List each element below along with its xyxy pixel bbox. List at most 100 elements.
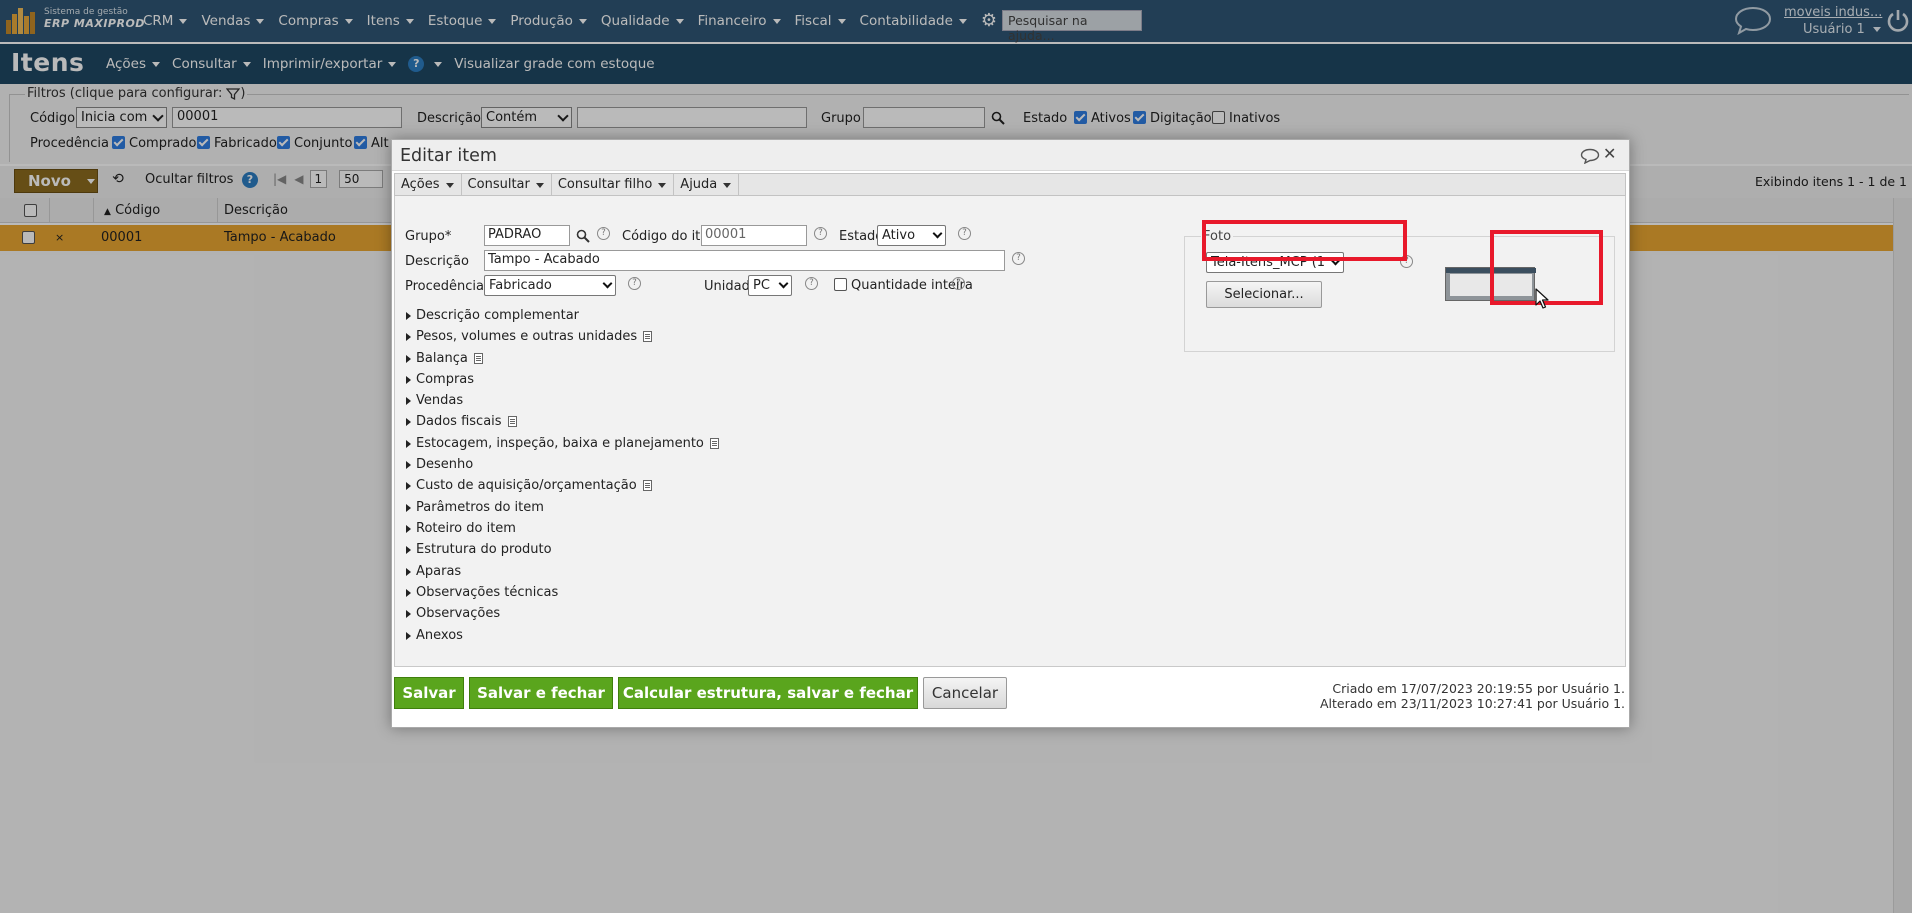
help-circle-icon[interactable]: ? — [1012, 252, 1025, 265]
procedencia-label: Procedência — [405, 279, 484, 294]
dialog-menu-consultar-filho[interactable]: Consultar filho — [552, 174, 675, 195]
triangle-right-icon — [406, 503, 411, 512]
section-vendas[interactable]: Vendas — [406, 393, 463, 408]
triangle-right-icon — [406, 375, 411, 384]
section-label: Custo de aquisição/orçamentação — [416, 478, 637, 493]
help-circle-icon[interactable]: ? — [952, 277, 965, 290]
section-desenho[interactable]: Desenho — [406, 457, 473, 472]
section-label: Estrutura do produto — [416, 542, 552, 557]
comment-icon[interactable] — [1580, 148, 1600, 164]
document-icon — [473, 353, 483, 364]
help-circle-icon[interactable]: ? — [814, 227, 827, 240]
caret-down-icon — [445, 183, 454, 188]
triangle-right-icon — [406, 545, 411, 554]
section-label: Dados fiscais — [416, 414, 502, 429]
triangle-right-icon — [406, 396, 411, 405]
section-label: Anexos — [416, 628, 463, 643]
section-estocagem[interactable]: Estocagem, inspeção, baixa e planejament… — [406, 436, 719, 451]
help-circle-icon[interactable]: ? — [597, 227, 610, 240]
caret-down-icon — [723, 183, 732, 188]
chevron-down-icon — [778, 278, 789, 289]
caret-down-icon — [535, 183, 544, 188]
checkbox-unchecked-icon — [834, 278, 847, 291]
menu-label: Consultar — [467, 177, 530, 192]
caret-down-icon — [658, 183, 667, 188]
close-icon[interactable]: ✕ — [1603, 144, 1616, 163]
document-icon — [507, 416, 517, 427]
select-value: PC — [753, 278, 770, 293]
select-value: Fabricado — [489, 278, 552, 293]
triangle-right-icon — [406, 588, 411, 597]
calc-save-close-button[interactable]: Calcular estrutura, salvar e fechar — [618, 677, 918, 709]
document-icon — [709, 438, 719, 449]
dialog-footer: Salvar Salvar e fechar Calcular estrutur… — [392, 667, 1629, 727]
unidade-select[interactable]: PC — [748, 275, 792, 296]
triangle-right-icon — [406, 311, 411, 320]
triangle-right-icon — [406, 567, 411, 576]
triangle-right-icon — [406, 524, 411, 533]
triangle-right-icon — [406, 609, 411, 618]
section-estrutura[interactable]: Estrutura do produto — [406, 542, 552, 557]
triangle-right-icon — [406, 439, 411, 448]
procedencia-select[interactable]: Fabricado — [484, 275, 616, 296]
select-value: Ativo — [882, 228, 916, 243]
section-anexos[interactable]: Anexos — [406, 628, 463, 643]
section-label: Balança — [416, 351, 468, 366]
triangle-right-icon — [406, 354, 411, 363]
select-photo-button[interactable]: Selecionar... — [1206, 281, 1322, 308]
section-label: Descrição complementar — [416, 308, 580, 323]
modified-info: Alterado em 23/11/2023 10:27:41 por Usuá… — [1319, 696, 1625, 711]
triangle-right-icon — [406, 417, 411, 426]
section-aparas[interactable]: Aparas — [406, 564, 461, 579]
section-parametros[interactable]: Parâmetros do item — [406, 500, 544, 515]
dialog-menu-bar: Ações Consultar Consultar filho Ajuda — [394, 173, 1626, 196]
section-custo-aquisicao[interactable]: Custo de aquisição/orçamentação — [406, 478, 652, 493]
section-pesos-volumes[interactable]: Pesos, volumes e outras unidades — [406, 329, 653, 344]
section-roteiro[interactable]: Roteiro do item — [406, 521, 516, 536]
section-label: Estocagem, inspeção, baixa e planejament… — [416, 436, 704, 451]
section-label: Parâmetros do item — [416, 500, 544, 515]
help-circle-icon[interactable]: ? — [958, 227, 971, 240]
grupo-input[interactable]: PADRAO — [484, 225, 570, 246]
dialog-menu-consultar[interactable]: Consultar — [462, 174, 552, 195]
codigo-item-input[interactable]: 00001 — [701, 225, 807, 246]
descricao-input[interactable]: Tampo - Acabado — [484, 250, 1005, 271]
section-label: Observações — [416, 606, 501, 621]
menu-label: Consultar filho — [557, 177, 653, 192]
section-dados-fiscais[interactable]: Dados fiscais — [406, 414, 517, 429]
help-circle-icon[interactable]: ? — [628, 277, 641, 290]
grupo-label: Grupo* — [405, 229, 452, 244]
section-descricao-complementar[interactable]: Descrição complementar — [406, 308, 579, 323]
chevron-down-icon — [932, 228, 943, 239]
search-icon[interactable] — [576, 229, 590, 243]
section-observacoes[interactable]: Observações — [406, 606, 500, 621]
mouse-cursor-icon — [1535, 288, 1549, 309]
triangle-right-icon — [406, 631, 411, 640]
dialog-title-bar[interactable]: Editar item ✕ — [392, 140, 1629, 171]
section-label: Observações técnicas — [416, 585, 559, 600]
triangle-right-icon — [406, 332, 411, 341]
save-close-button[interactable]: Salvar e fechar — [469, 677, 613, 709]
dialog-body: Grupo* PADRAO ? Código do item 00001 ? E… — [394, 196, 1626, 667]
descricao-label: Descrição — [405, 254, 469, 269]
chevron-down-icon — [602, 278, 613, 289]
highlight-photo-select — [1202, 220, 1407, 261]
help-circle-icon[interactable]: ? — [805, 277, 818, 290]
section-label: Pesos, volumes e outras unidades — [416, 329, 638, 344]
dialog-menu-ajuda[interactable]: Ajuda — [674, 174, 740, 195]
section-label: Desenho — [416, 457, 474, 472]
estado-select[interactable]: Ativo — [877, 225, 946, 246]
triangle-right-icon — [406, 460, 411, 469]
document-icon — [643, 331, 653, 342]
section-label: Roteiro do item — [416, 521, 516, 536]
dialog-title: Editar item — [400, 146, 497, 166]
section-label: Compras — [416, 372, 475, 387]
menu-label: Ações — [401, 177, 440, 192]
dialog-menu-acoes[interactable]: Ações — [395, 174, 462, 195]
section-label: Vendas — [416, 393, 464, 408]
save-button[interactable]: Salvar — [394, 677, 464, 709]
section-compras[interactable]: Compras — [406, 372, 474, 387]
section-observacoes-tecnicas[interactable]: Observações técnicas — [406, 585, 558, 600]
section-balanca[interactable]: Balança — [406, 351, 483, 366]
cancel-button[interactable]: Cancelar — [923, 677, 1007, 709]
